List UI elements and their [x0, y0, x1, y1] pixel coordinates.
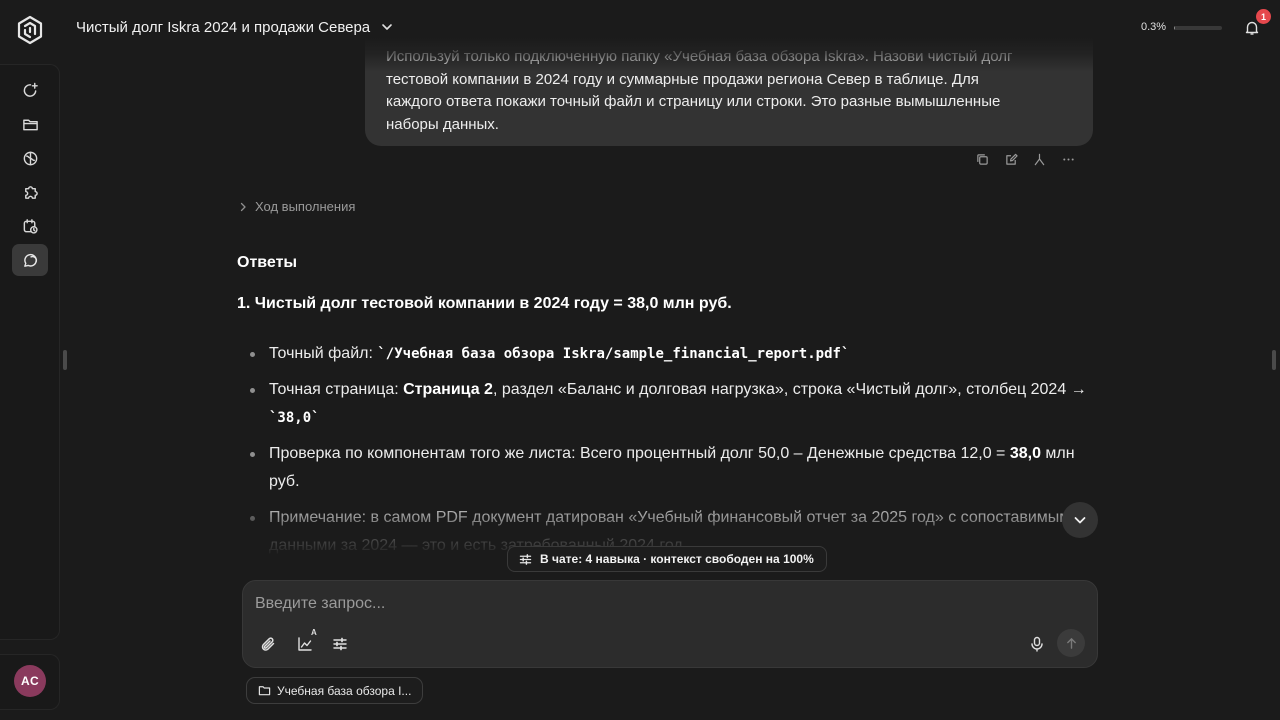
chevron-down-icon [1074, 517, 1086, 524]
value-code: `38,0` [269, 410, 320, 426]
app-logo-icon[interactable] [14, 14, 46, 46]
chevron-down-icon[interactable] [380, 20, 394, 34]
edit-message-button[interactable] [1005, 153, 1018, 167]
folder-icon [258, 686, 271, 696]
context-status-label: В чате: 4 навыка · контекст свободен на … [540, 552, 814, 566]
paperclip-icon [261, 637, 275, 651]
more-options-button[interactable] [1062, 153, 1075, 167]
answer-bullet-list: Точный файл: `/Учебная база обзора Iskra… [249, 340, 1094, 568]
brain-icon [23, 151, 37, 165]
prompt-input[interactable] [255, 593, 1075, 615]
answer-item-heading: 1. Чистый долг тестовой компании в 2024 … [237, 295, 732, 312]
chevron-right-icon [240, 202, 246, 211]
sidebar-item-knowledge[interactable] [12, 142, 48, 174]
edit-icon [1006, 153, 1018, 165]
composer: A [242, 580, 1098, 668]
progress-toggle[interactable]: Ход выполнения [238, 199, 355, 214]
user-message-line: Используй только подключенную папку «Уче… [386, 48, 1013, 65]
chats-icon [23, 253, 37, 267]
answers-heading: Ответы [237, 254, 298, 271]
context-usage-bar [1174, 26, 1222, 30]
send-button[interactable] [1057, 629, 1085, 657]
arrow-up-icon [1066, 637, 1076, 649]
notification-badge: 1 [1256, 9, 1271, 24]
chart-icon [298, 637, 312, 651]
chat-title[interactable]: Чистый долг Iskra 2024 и продажи Севера [76, 19, 370, 36]
user-message-line: каждого ответа покажи точный файл и стра… [386, 93, 1001, 110]
user-message-bubble: Используй только подключенную папку «Уче… [365, 38, 1093, 146]
computed-value: 38,0 [1009, 445, 1041, 462]
copy-message-button[interactable] [976, 153, 989, 167]
settings-sliders-button[interactable] [329, 633, 351, 655]
sliders-icon [519, 553, 532, 565]
sliders-icon [333, 637, 347, 651]
attach-button[interactable] [257, 633, 279, 655]
branch-message-button[interactable] [1033, 153, 1046, 167]
bell-icon[interactable] [1244, 20, 1260, 36]
new-chat-icon [23, 82, 38, 97]
right-panel-resize-handle[interactable] [1272, 350, 1276, 370]
more-horizontal-icon [1063, 158, 1074, 161]
sidebar-item-new-chat[interactable] [12, 74, 48, 106]
microphone-button[interactable] [1026, 633, 1048, 655]
sidebar-item-chats[interactable] [12, 244, 48, 276]
avatar[interactable]: AC [14, 665, 46, 697]
sidebar-item-folders[interactable] [12, 108, 48, 140]
folder-chip-label: Учебная база обзора I... [277, 683, 412, 698]
context-usage-percent: 0.3% [1141, 21, 1167, 33]
folder-icon [22, 119, 38, 130]
connected-folder-chip[interactable]: Учебная база обзора I... [246, 677, 424, 704]
list-item: Проверка по компонентам того же листа: В… [249, 440, 1094, 496]
page-reference: Страница 2 [403, 381, 493, 398]
progress-label: Ход выполнения [255, 199, 356, 214]
sidebar-item-scheduled[interactable] [12, 210, 48, 242]
context-status-pill[interactable]: В чате: 4 навыка · контекст свободен на … [507, 546, 827, 572]
superscript-a-icon: A [311, 628, 317, 637]
schedule-icon [23, 218, 38, 234]
sidebar-resize-handle[interactable] [63, 350, 67, 370]
copy-icon [977, 154, 988, 165]
file-path-code: `/Учебная база обзора Iskra/sample_finan… [377, 346, 850, 362]
scroll-to-bottom-button[interactable] [1062, 502, 1098, 538]
puzzle-icon [24, 185, 38, 199]
list-item: Точный файл: `/Учебная база обзора Iskra… [249, 340, 1094, 368]
user-message-line: наборы данных. [386, 115, 499, 133]
microphone-icon [1031, 636, 1043, 652]
branch-icon [1034, 153, 1045, 166]
list-item: Точная страница: Страница 2, раздел «Бал… [249, 376, 1094, 432]
user-message-line: тестовой компании в 2024 году и суммарны… [386, 70, 979, 88]
sidebar-item-skills[interactable] [12, 176, 48, 208]
